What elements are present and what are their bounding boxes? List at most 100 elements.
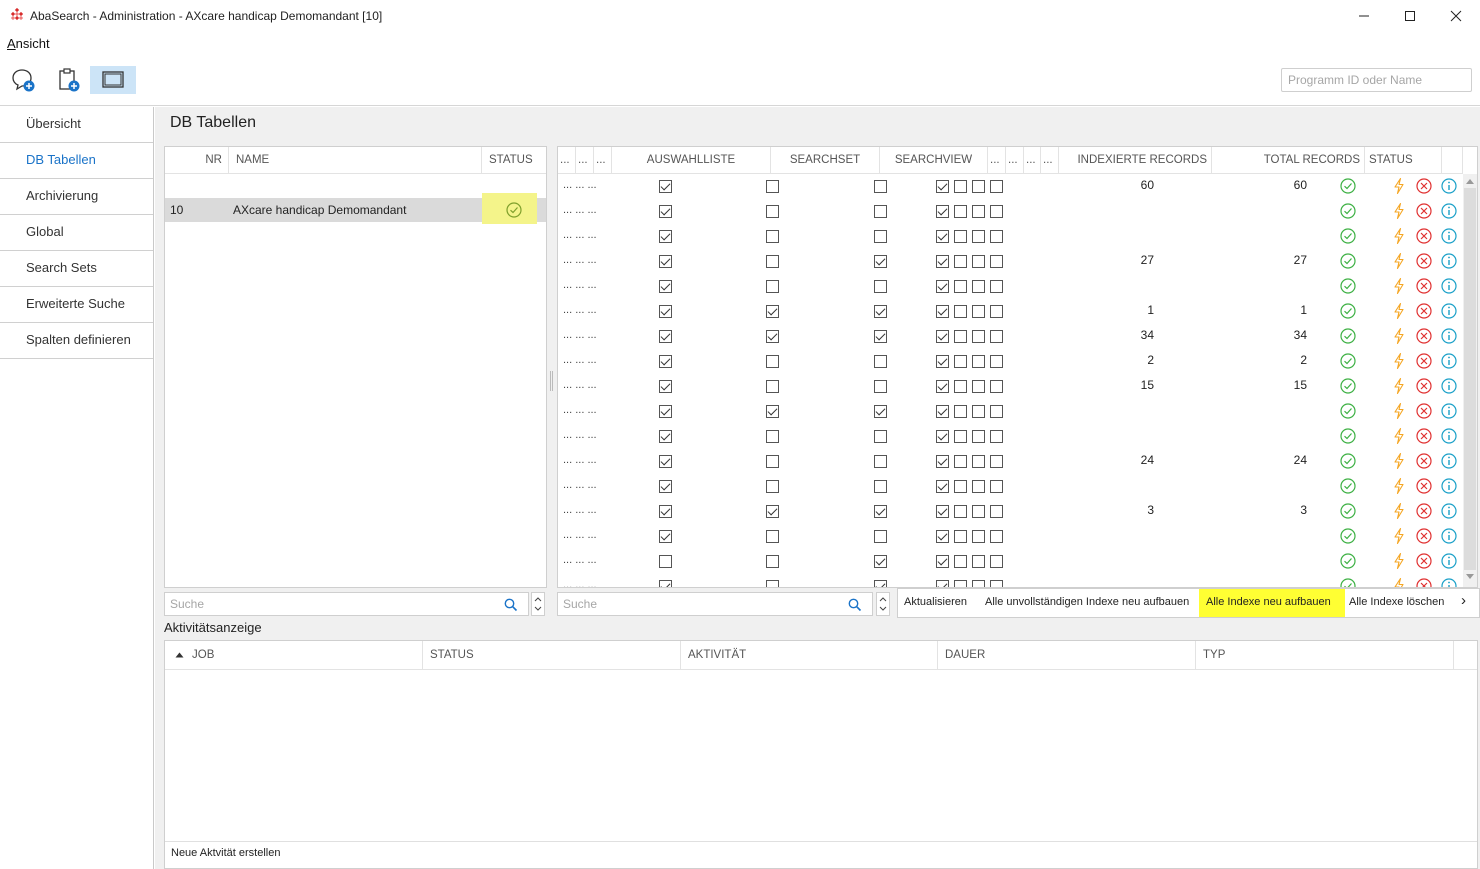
checkbox-set[interactable] [766,305,779,318]
checkbox-auswahl[interactable] [659,530,672,543]
checkbox-set[interactable] [766,555,779,568]
checkbox-flag-4[interactable] [990,180,1003,193]
delete-icon[interactable] [1415,452,1433,470]
checkbox-auswahl[interactable] [659,280,672,293]
more-actions-chevron-icon[interactable]: › [1455,589,1472,617]
delete-icon[interactable] [1415,577,1433,588]
checkbox-set[interactable] [766,255,779,268]
lightning-icon[interactable] [1390,452,1408,470]
checkbox-auswahl[interactable] [659,405,672,418]
col-header-status[interactable]: STATUS [1365,147,1442,173]
col-header-nr[interactable]: NR [165,147,229,173]
close-button[interactable] [1433,0,1479,32]
checkbox-flag-2[interactable] [954,255,967,268]
status-ok-icon[interactable] [1339,577,1357,588]
checkbox-flag-3[interactable] [972,580,985,587]
col-header-c4[interactable]: ... [988,147,1006,173]
checkbox-view[interactable] [874,580,887,587]
delete-icon[interactable] [1415,502,1433,520]
new-clipboard-button[interactable] [45,66,91,94]
delete-icon[interactable] [1415,477,1433,495]
checkbox-flag-3[interactable] [972,180,985,193]
checkbox-flag-4[interactable] [990,330,1003,343]
search-icon[interactable] [848,598,862,612]
lightning-icon[interactable] [1390,277,1408,295]
col-header-c2[interactable]: ... [576,147,594,173]
lightning-icon[interactable] [1390,402,1408,420]
status-ok-icon[interactable] [1339,552,1357,570]
checkbox-flag-3[interactable] [972,555,985,568]
status-ok-icon[interactable] [1339,327,1357,345]
checkbox-flag-3[interactable] [972,530,985,543]
status-ok-icon[interactable] [1339,427,1357,445]
nav-item-archivierung[interactable]: Archivierung [0,179,153,215]
lightning-icon[interactable] [1390,552,1408,570]
checkbox-flag-1[interactable] [936,480,949,493]
checkbox-flag-2[interactable] [954,405,967,418]
checkbox-auswahl[interactable] [659,480,672,493]
col-header-indexed-records[interactable]: INDEXIERTE RECORDS [1059,147,1212,173]
rebuild-incomplete-indexes-button[interactable]: Alle unvollständigen Indexe neu aufbauen [979,589,1195,617]
checkbox-flag-1[interactable] [936,380,949,393]
checkbox-auswahl[interactable] [659,205,672,218]
status-ok-icon[interactable] [1339,302,1357,320]
status-ok-icon[interactable] [1339,502,1357,520]
checkbox-auswahl[interactable] [659,230,672,243]
scroll-up-icon[interactable] [1465,177,1475,185]
checkbox-view[interactable] [874,505,887,518]
info-icon[interactable] [1440,352,1458,370]
info-icon[interactable] [1440,227,1458,245]
status-ok-icon[interactable] [1339,227,1357,245]
checkbox-auswahl[interactable] [659,580,672,587]
checkbox-flag-1[interactable] [936,280,949,293]
checkbox-flag-3[interactable] [972,255,985,268]
col-header-total-records[interactable]: TOTAL RECORDS [1212,147,1365,173]
info-icon[interactable] [1440,327,1458,345]
table-row[interactable]: ... ... ... 24 24 [558,449,1463,474]
col-header-c1[interactable]: ... [558,147,576,173]
checkbox-flag-2[interactable] [954,305,967,318]
delete-icon[interactable] [1415,327,1433,345]
table-row[interactable]: ... ... ... [558,199,1463,224]
db-table-search-input[interactable] [558,593,872,615]
checkbox-flag-1[interactable] [936,330,949,343]
info-icon[interactable] [1440,502,1458,520]
info-icon[interactable] [1440,527,1458,545]
checkbox-flag-1[interactable] [936,430,949,443]
window-view-button[interactable] [90,66,136,94]
lightning-icon[interactable] [1390,502,1408,520]
table-row[interactable]: ... ... ... [558,549,1463,574]
checkbox-flag-4[interactable] [990,530,1003,543]
checkbox-view[interactable] [874,455,887,468]
checkbox-auswahl[interactable] [659,380,672,393]
status-ok-icon[interactable] [1339,177,1357,195]
search-icon[interactable] [504,598,518,612]
delete-icon[interactable] [1415,377,1433,395]
checkbox-flag-3[interactable] [972,480,985,493]
nav-item-erweiterte-suche[interactable]: Erweiterte Suche [0,287,153,323]
checkbox-flag-1[interactable] [936,305,949,318]
checkbox-flag-2[interactable] [954,505,967,518]
checkbox-flag-3[interactable] [972,505,985,518]
col-header-c5[interactable]: ... [1006,147,1024,173]
checkbox-view[interactable] [874,355,887,368]
info-icon[interactable] [1440,177,1458,195]
table-row[interactable]: ... ... ... [558,224,1463,249]
checkbox-flag-2[interactable] [954,280,967,293]
checkbox-set[interactable] [766,455,779,468]
checkbox-auswahl[interactable] [659,305,672,318]
rebuild-all-indexes-button[interactable]: Alle Indexe neu aufbauen [1199,589,1345,617]
table-row[interactable]: ... ... ... 1 1 [558,299,1463,324]
checkbox-auswahl[interactable] [659,505,672,518]
checkbox-flag-4[interactable] [990,355,1003,368]
checkbox-flag-3[interactable] [972,330,985,343]
checkbox-flag-3[interactable] [972,455,985,468]
checkbox-view[interactable] [874,205,887,218]
status-ok-icon[interactable] [1339,252,1357,270]
checkbox-flag-3[interactable] [972,205,985,218]
db-table-search-stepper[interactable] [876,592,890,616]
info-icon[interactable] [1440,277,1458,295]
checkbox-set[interactable] [766,480,779,493]
lightning-icon[interactable] [1390,327,1408,345]
panel-splitter[interactable] [550,371,553,391]
